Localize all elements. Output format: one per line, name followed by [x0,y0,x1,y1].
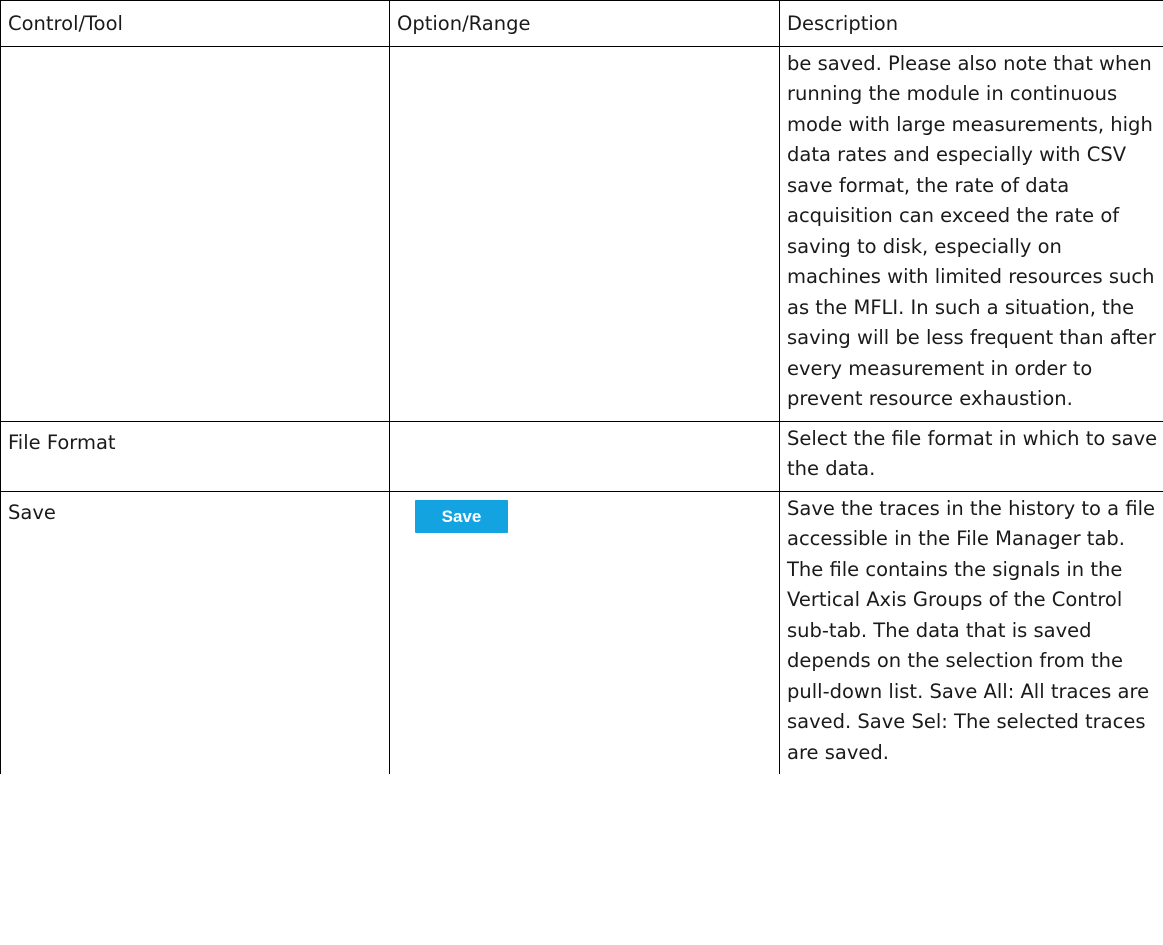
table-header: Control/Tool Option/Range Description [0,0,1163,47]
table-body: be saved. Please also note that when run… [0,46,1163,774]
cell-option: Save [389,490,780,774]
header-row: Control/Tool Option/Range Description [0,0,1163,47]
cell-control [0,46,390,422]
table-row-save: Save Save Save the traces in the history… [0,490,1163,774]
header-description: Description [779,0,1163,47]
table-row-continued: be saved. Please also note that when run… [0,46,1163,422]
save-button[interactable]: Save [415,499,508,533]
cell-description: Select the file format in which to save … [779,420,1163,492]
cell-control: Save [0,490,390,774]
cell-control: File Format [0,420,390,492]
cell-description: be saved. Please also note that when run… [779,46,1163,422]
cell-option [389,46,780,422]
cell-description: Save the traces in the history to a file… [779,490,1163,774]
cell-option [389,420,780,492]
controls-table: Control/Tool Option/Range Description be… [0,0,1163,774]
table-row-file-format: File Format Select the file format in wh… [0,420,1163,492]
header-option-range: Option/Range [389,0,780,47]
header-control-tool: Control/Tool [0,0,390,47]
